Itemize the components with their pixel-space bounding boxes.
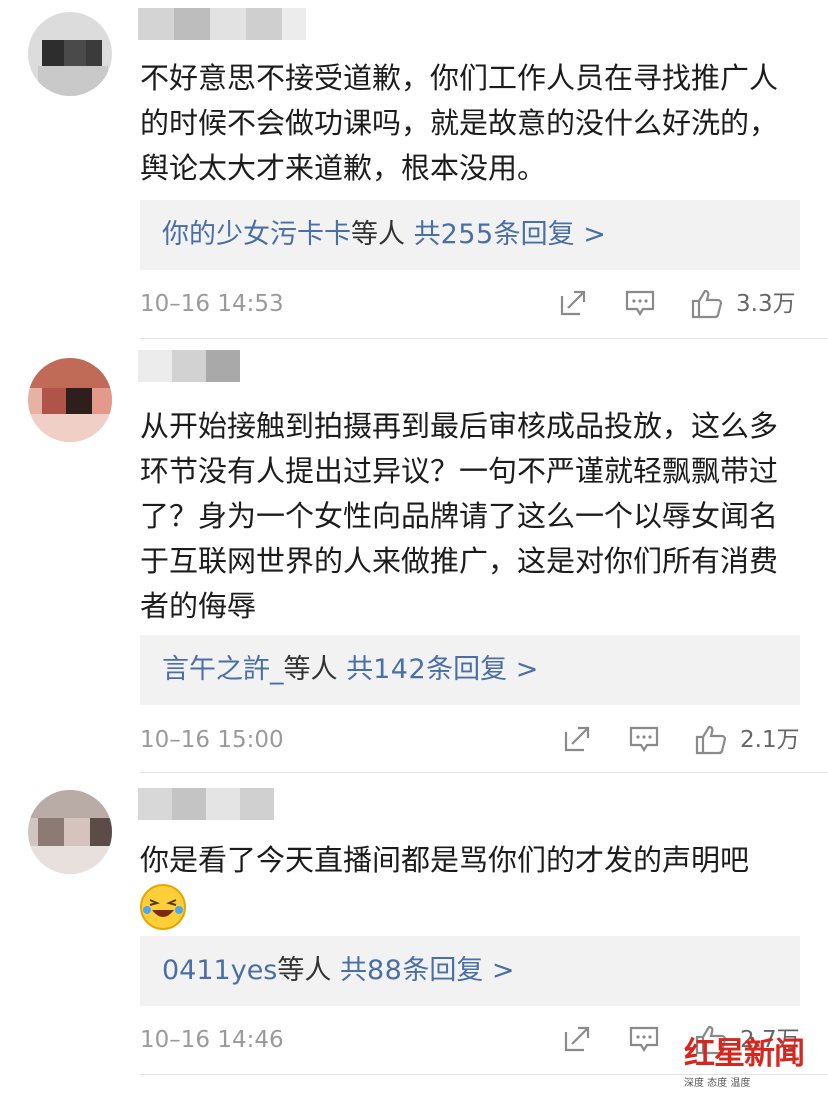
- reply-suffix: 条回复 >: [402, 955, 515, 986]
- reply-summary[interactable]: 0411yes等人 共88条回复 >: [140, 936, 800, 1006]
- reply-etc: 等人: [277, 955, 332, 986]
- like-icon[interactable]: [690, 288, 724, 324]
- like-icon[interactable]: [694, 724, 728, 760]
- reply-suffix: 条回复 >: [426, 654, 539, 685]
- comment-card-1: 不好意思不接受道歉，你们工作人员在寻找推广人的时候不会做功课吗，就是故意的没什么…: [0, 0, 828, 339]
- username-obscured[interactable]: [138, 788, 318, 820]
- comment-meta: 10–16 14:53 3.3万: [140, 284, 800, 324]
- share-icon[interactable]: [562, 724, 592, 758]
- reply-count: 255: [440, 219, 494, 250]
- comment-text: 你是看了今天直播间都是骂你们的才发的声明吧: [140, 843, 750, 877]
- comment-card-2: 从开始接触到拍摄再到最后审核成品投放，这么多环节没有人提出过异议？一句不严谨就轻…: [0, 340, 828, 773]
- reply-summary[interactable]: 你的少女污卡卡等人 共255条回复 >: [140, 200, 800, 270]
- avatar[interactable]: [28, 790, 112, 874]
- reply-count: 88: [366, 955, 403, 986]
- reply-prefix: 共: [339, 955, 367, 986]
- avatar[interactable]: [28, 358, 112, 442]
- share-icon[interactable]: [562, 1024, 592, 1058]
- reply-count: 142: [373, 654, 427, 685]
- reply-summary[interactable]: 言午之許_等人 共142条回复 >: [140, 635, 800, 705]
- reply-users[interactable]: 言午之許_: [162, 654, 284, 685]
- reply-suffix: 条回复 >: [493, 219, 606, 250]
- laughing-emoji-icon: [140, 884, 186, 930]
- watermark-slogan: 深度 态度 温度: [684, 1078, 751, 1089]
- watermark-logo: 红星新闻 深度 态度 温度: [684, 1034, 814, 1089]
- divider: [140, 772, 828, 773]
- reply-users[interactable]: 你的少女污卡卡: [162, 219, 351, 250]
- divider: [140, 338, 828, 339]
- comment-icon[interactable]: [624, 288, 656, 322]
- comment-text: 从开始接触到拍摄再到最后审核成品投放，这么多环节没有人提出过异议？一句不严谨就轻…: [140, 409, 779, 623]
- avatar[interactable]: [28, 12, 112, 96]
- like-count: 3.3万: [736, 291, 796, 317]
- username-obscured[interactable]: [138, 350, 318, 382]
- timestamp: 10–16 15:00: [140, 727, 284, 753]
- share-icon[interactable]: [558, 288, 588, 322]
- reply-etc: 等人: [283, 654, 338, 685]
- comment-text: 不好意思不接受道歉，你们工作人员在寻找推广人的时候不会做功课吗，就是故意的没什么…: [140, 61, 779, 185]
- reply-etc: 等人: [351, 219, 405, 250]
- like-count: 2.1万: [740, 727, 800, 753]
- timestamp: 10–16 14:46: [140, 1027, 284, 1053]
- comment-meta: 10–16 15:00 2.1万: [140, 720, 800, 760]
- timestamp: 10–16 14:53: [140, 291, 284, 317]
- username-obscured[interactable]: [138, 8, 318, 40]
- comment-icon[interactable]: [628, 724, 660, 758]
- watermark-text: 红星新闻: [684, 1036, 805, 1072]
- reply-prefix: 共: [413, 219, 441, 250]
- comment-icon[interactable]: [628, 1024, 660, 1058]
- reply-users[interactable]: 0411yes: [162, 955, 277, 986]
- reply-prefix: 共: [346, 654, 374, 685]
